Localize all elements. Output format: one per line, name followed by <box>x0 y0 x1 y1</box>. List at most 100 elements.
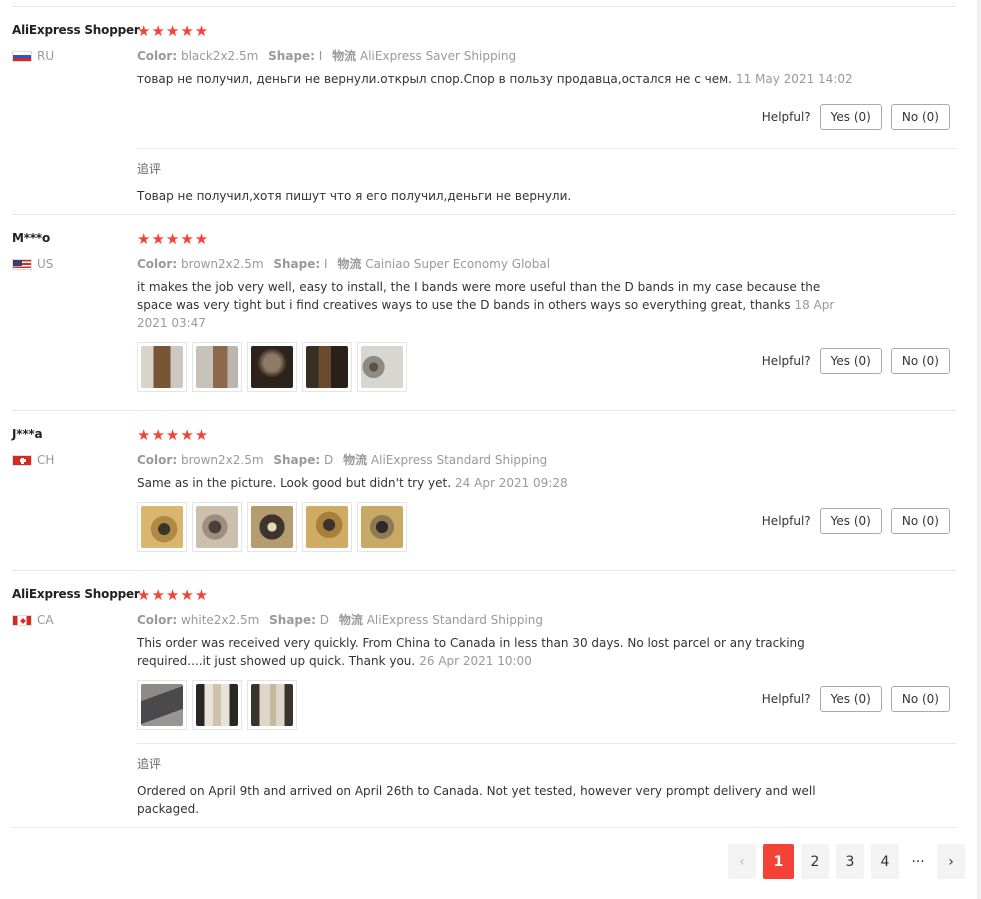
review-photo[interactable] <box>137 502 187 552</box>
review-meta: Color: brown2x2.5m Shape: I 物流 Cainiao S… <box>137 255 550 272</box>
review-photo[interactable] <box>247 342 297 392</box>
shipping-label: 物流 <box>343 453 368 467</box>
helpful-no-button[interactable]: No (0) <box>890 348 950 374</box>
helpful-yes-button[interactable]: Yes (0) <box>819 686 882 712</box>
color-label: Color: <box>137 49 178 63</box>
review-photo[interactable] <box>192 342 242 392</box>
reviewer-name: J***a <box>12 427 43 441</box>
review-body: it makes the job very well, easy to inst… <box>137 280 821 312</box>
star-rating: ★★★★★ <box>137 230 210 248</box>
flag-us-icon <box>12 258 32 270</box>
country-code: CA <box>37 613 54 627</box>
review-photo[interactable] <box>357 502 407 552</box>
review-photo[interactable] <box>137 342 187 392</box>
color-value: black2x2.5m <box>180 49 259 63</box>
review-photo[interactable] <box>357 342 407 392</box>
review-photo[interactable] <box>247 680 297 730</box>
review-text: Same as in the picture. Look good but di… <box>137 474 857 492</box>
page-button-2[interactable]: 2 <box>801 844 829 879</box>
review-photos <box>137 502 407 552</box>
helpful-no-button[interactable]: No (0) <box>890 686 950 712</box>
color-label: Color: <box>137 453 178 467</box>
review-photo[interactable] <box>192 502 242 552</box>
review-meta: Color: brown2x2.5m Shape: D 物流 AliExpres… <box>137 451 547 468</box>
helpful-controls: Helpful? Yes (0) No (0) <box>762 348 950 374</box>
review-photo[interactable] <box>137 680 187 730</box>
reviewer-country: CA <box>12 613 54 627</box>
helpful-yes-button[interactable]: Yes (0) <box>819 508 882 534</box>
star-rating: ★★★★★ <box>137 426 210 444</box>
review-text: This order was received very quickly. Fr… <box>137 634 857 670</box>
color-label: Color: <box>137 613 178 627</box>
shape-value: D <box>323 453 334 467</box>
review-body: Same as in the picture. Look good but di… <box>137 476 452 490</box>
review-date: 24 Apr 2021 09:28 <box>455 476 568 490</box>
reviewer-country: RU <box>12 49 54 63</box>
flag-ca-icon <box>12 614 32 626</box>
followup-label: 追评 <box>137 162 162 176</box>
shipping-label: 物流 <box>332 49 357 63</box>
helpful-no-button[interactable]: No (0) <box>890 104 950 130</box>
country-code: US <box>37 257 54 271</box>
shape-value: D <box>319 613 330 627</box>
page-button-1[interactable]: 1 <box>763 844 794 879</box>
review-meta: Color: black2x2.5m Shape: I 物流 AliExpres… <box>137 47 516 64</box>
shape-label: Shape: <box>269 613 316 627</box>
followup-label: 追评 <box>137 757 162 771</box>
helpful-label: Helpful? <box>761 514 811 528</box>
followup-text: Ordered on April 9th and arrived on Apri… <box>137 784 816 816</box>
next-page-button[interactable]: › <box>937 844 965 879</box>
helpful-yes-button[interactable]: Yes (0) <box>819 348 882 374</box>
review-photo[interactable] <box>192 680 242 730</box>
review-date: 11 May 2021 14:02 <box>735 72 853 86</box>
flag-ch-icon <box>12 454 32 466</box>
reviewer-name: AliExpress Shopper <box>12 587 140 601</box>
helpful-controls: Helpful? Yes (0) No (0) <box>762 686 950 712</box>
review-photo[interactable] <box>302 502 352 552</box>
color-value: white2x2.5m <box>180 613 260 627</box>
reviewer-country: US <box>12 257 53 271</box>
star-rating: ★★★★★ <box>137 22 210 40</box>
review-item: J***a CH ★★★★★ Color: brown2x2.5m Shape:… <box>12 410 956 571</box>
color-value: brown2x2.5m <box>180 257 264 271</box>
color-value: brown2x2.5m <box>180 453 264 467</box>
scrollbar-track[interactable] <box>977 0 981 899</box>
page-button-4[interactable]: 4 <box>871 844 899 879</box>
review-date: 26 Apr 2021 10:00 <box>419 654 532 668</box>
review-meta: Color: white2x2.5m Shape: D 物流 AliExpres… <box>137 611 543 628</box>
shipping-label: 物流 <box>338 613 363 627</box>
review-item: M***o US ★★★★★ Color: brown2x2.5m Shape:… <box>12 214 956 411</box>
star-rating: ★★★★★ <box>137 586 210 604</box>
shipping-value: AliExpress Standard Shipping <box>370 453 548 467</box>
shape-label: Shape: <box>273 453 321 467</box>
shipping-value: AliExpress Standard Shipping <box>366 613 544 627</box>
followup-divider <box>137 743 956 744</box>
shape-value: I <box>318 49 323 63</box>
country-code: RU <box>37 49 55 63</box>
shipping-value: Cainiao Super Economy Global <box>365 257 551 271</box>
helpful-label: Helpful? <box>761 110 811 124</box>
helpful-no-button[interactable]: No (0) <box>890 508 950 534</box>
review-item: AliExpress Shopper RU ★★★★★ Color: black… <box>12 6 956 215</box>
helpful-yes-button[interactable]: Yes (0) <box>819 104 882 130</box>
shape-label: Shape: <box>268 49 315 63</box>
review-photo[interactable] <box>302 342 352 392</box>
review-photo[interactable] <box>247 502 297 552</box>
shipping-label: 物流 <box>337 257 362 271</box>
followup-text: Товар не получил,хотя пишут что я его по… <box>137 189 572 203</box>
helpful-label: Helpful? <box>761 354 811 368</box>
helpful-controls: Helpful? Yes (0) No (0) <box>762 104 950 130</box>
followup-divider <box>137 148 956 149</box>
helpful-controls: Helpful? Yes (0) No (0) <box>762 508 950 534</box>
color-label: Color: <box>137 257 178 271</box>
page-button-3[interactable]: 3 <box>836 844 864 879</box>
country-code: CH <box>37 453 55 467</box>
shipping-value: AliExpress Saver Shipping <box>360 49 517 63</box>
review-body: товар не получил, деньги не вернули.откр… <box>137 72 732 86</box>
pagination: ‹ 1 2 3 4 ··· › <box>728 844 965 879</box>
reviewer-country: CH <box>12 453 54 467</box>
pagination-ellipsis: ··· <box>911 853 925 870</box>
prev-page-button[interactable]: ‹ <box>728 844 756 879</box>
flag-ru-icon <box>12 50 32 62</box>
reviewer-name: M***o <box>12 231 51 245</box>
